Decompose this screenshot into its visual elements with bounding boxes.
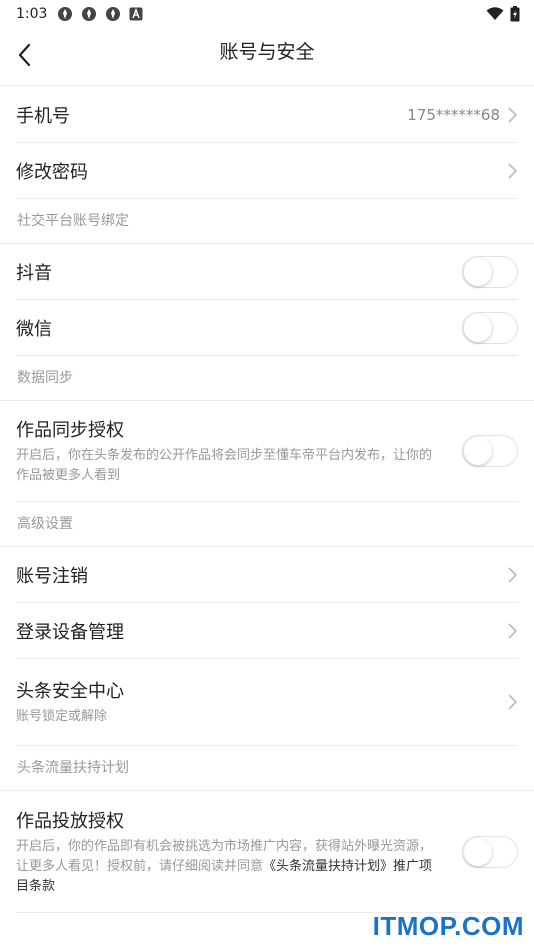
douyin-toggle[interactable] <box>462 255 518 288</box>
section-traffic: 头条流量扶持计划 <box>0 746 534 791</box>
a-icon <box>129 7 143 21</box>
change-password-label: 修改密码 <box>16 161 88 183</box>
security-center-desc: 账号锁定或解除 <box>16 709 108 724</box>
account-cancel-label: 账号注销 <box>16 565 88 587</box>
nav-bar: 账号与安全 <box>0 28 534 86</box>
traffic-auth-label: 作品投放授权 <box>16 810 124 832</box>
change-password-row[interactable]: 修改密码 <box>16 143 518 199</box>
watermark: ITMOP.COM <box>372 911 524 941</box>
toggle-knob <box>464 437 492 465</box>
sync-auth-toggle[interactable] <box>462 435 518 467</box>
phone-value: 175******68 <box>407 105 500 124</box>
sync-auth-desc: 开启后，你在头条发布的公开作品将会同步至懂车帝平台内发布，让你的作品被更多人看到 <box>16 448 433 483</box>
traffic-auth-desc: 开启后，你的作品即有机会被挑选为市场推广内容，获得站外曝光资源，让更多人看见！授… <box>16 837 518 897</box>
notification-icon <box>82 7 97 21</box>
phone-label: 手机号 <box>16 105 70 127</box>
traffic-auth-row: 作品投放授权 开启后，你的作品即有机会被挑选为市场推广内容，获得站外曝光资源，让… <box>16 791 518 913</box>
wechat-row: 微信 <box>16 300 518 356</box>
sync-auth-label: 作品同步授权 <box>16 420 124 441</box>
security-center-row[interactable]: 头条安全中心 账号锁定或解除 <box>16 659 518 746</box>
sync-auth-row: 作品同步授权 开启后，你在头条发布的公开作品将会同步至懂车帝平台内发布，让你的作… <box>16 401 518 502</box>
status-right <box>486 6 520 22</box>
toggle-knob <box>464 257 492 286</box>
security-center-label: 头条安全中心 <box>16 681 124 702</box>
douyin-label: 抖音 <box>16 262 52 284</box>
chevron-right-icon <box>508 622 518 639</box>
notification-icon <box>106 7 121 21</box>
section-social: 社交平台账号绑定 <box>0 199 534 244</box>
wifi-icon <box>486 7 504 20</box>
chevron-right-icon <box>508 162 518 179</box>
account-cancel-row[interactable]: 账号注销 <box>16 547 518 603</box>
toggle-knob <box>464 313 492 342</box>
section-advanced: 高级设置 <box>0 502 534 547</box>
phone-row[interactable]: 手机号 175******68 <box>16 87 518 143</box>
notification-icon <box>58 7 73 21</box>
notification-icons <box>57 6 143 22</box>
device-management-label: 登录设备管理 <box>16 621 124 643</box>
battery-icon <box>510 6 520 22</box>
settings-list: 手机号 175******68 修改密码 社交平台账号绑定 抖音 微信 数据同步… <box>0 87 534 913</box>
toggle-knob <box>464 837 492 866</box>
chevron-right-icon <box>508 566 518 583</box>
page-title: 账号与安全 <box>219 41 315 63</box>
chevron-right-icon <box>508 106 518 123</box>
chevron-right-icon <box>508 694 518 710</box>
section-sync: 数据同步 <box>0 356 534 401</box>
wechat-toggle[interactable] <box>462 311 518 344</box>
traffic-auth-toggle[interactable] <box>462 835 518 868</box>
wechat-label: 微信 <box>16 318 52 340</box>
status-bar: 1:03 <box>0 0 534 28</box>
status-time: 1:03 <box>16 6 48 22</box>
device-management-row[interactable]: 登录设备管理 <box>16 603 518 659</box>
douyin-row: 抖音 <box>16 244 518 300</box>
